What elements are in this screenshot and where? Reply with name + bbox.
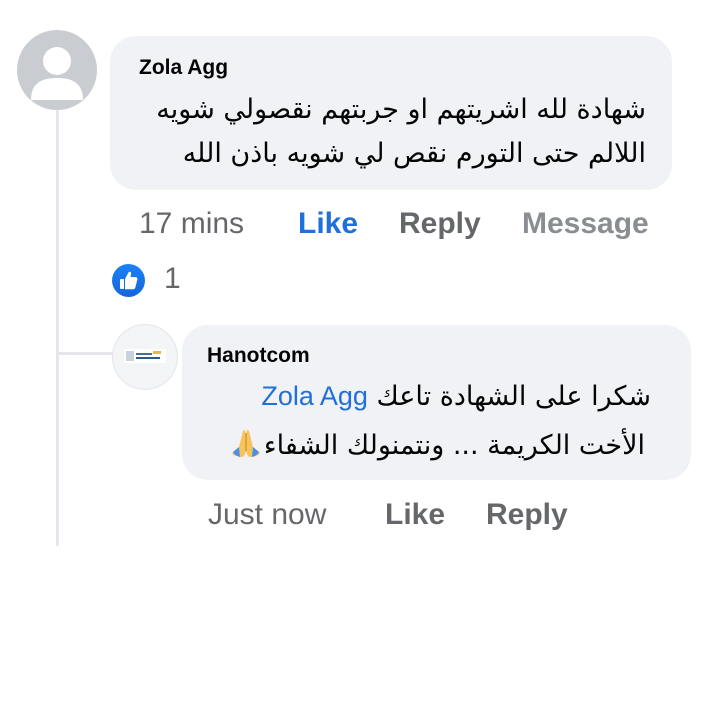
reply-bubble: Hanotcom شكرا على الشهادة تاعك Zola Agg … [182, 325, 691, 480]
thread-line [56, 110, 59, 546]
comment-text-line: اللالم حتى التورم نقص لي شويه باذن الله [182, 138, 646, 169]
comment-text-line: شهادة لله اشريتهم او جربتهم نقصولي شويه [156, 94, 646, 125]
reply-like-button[interactable]: Like [385, 498, 445, 532]
reply-button[interactable]: Reply [399, 207, 481, 241]
comment-author[interactable]: Zola Agg [139, 56, 228, 80]
comment-timestamp[interactable]: 17 mins [139, 207, 244, 241]
comment-bubble: Zola Agg شهادة لله اشريتهم او جربتهم نقص… [110, 36, 672, 190]
reaction-summary[interactable] [112, 264, 145, 297]
reply-text-part: الأخت الكريمة ... ونتمنولك الشفاء [263, 430, 645, 461]
folded-hands-icon [228, 425, 264, 468]
reply-text-line: شكرا على الشهادة تاعك Zola Agg [261, 381, 651, 412]
reply-connector-line [56, 352, 114, 355]
reply-text-part: شكرا على الشهادة تاعك [376, 381, 652, 412]
reply-reply-button[interactable]: Reply [486, 498, 568, 532]
reply-timestamp[interactable]: Just now [208, 498, 326, 532]
reaction-count[interactable]: 1 [164, 262, 181, 296]
like-button[interactable]: Like [298, 207, 358, 241]
thumbs-up-icon [120, 271, 138, 290]
person-silhouette-icon [31, 47, 83, 100]
reply-text-line: الأخت الكريمة ... ونتمنولك الشفاء [218, 425, 645, 468]
message-button[interactable]: Message [522, 207, 649, 241]
page-avatar[interactable] [112, 324, 178, 390]
hanotcom-logo-icon [114, 326, 176, 388]
default-avatar[interactable] [17, 30, 97, 110]
reply-author[interactable]: Hanotcom [207, 344, 310, 368]
mention-link[interactable]: Zola Agg [261, 381, 368, 411]
